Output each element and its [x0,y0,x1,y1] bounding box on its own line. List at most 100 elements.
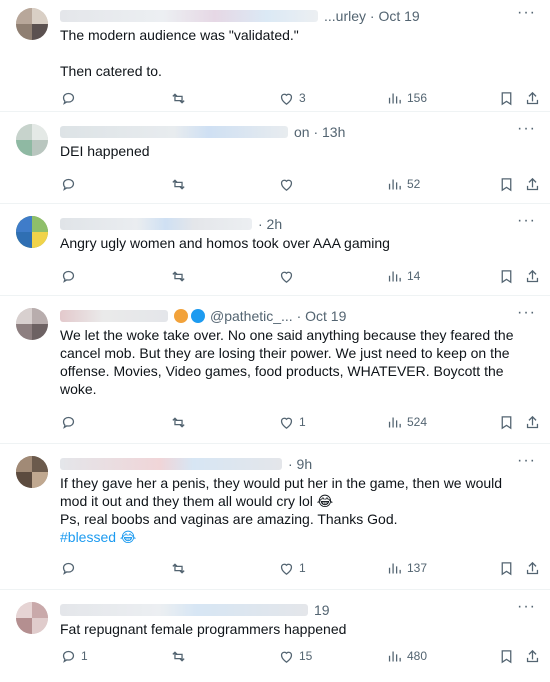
views-button[interactable]: 156 [386,90,498,107]
verified-icon [174,309,188,323]
bookmark-button[interactable] [498,176,524,193]
avatar[interactable] [16,456,48,488]
reply-post[interactable]: @pathetic_... · Oct 19 ··· We let the wo… [0,296,550,444]
retweet-button[interactable] [170,560,278,577]
action-bar: 14 [60,266,544,286]
reply-post[interactable]: 19 ··· Fat repugnant female programmers … [0,590,550,682]
like-button[interactable]: 15 [278,648,386,665]
blurred-username[interactable] [60,218,252,230]
share-button[interactable] [524,560,544,577]
post-text: We let the woke take over. No one said a… [60,326,534,398]
reply-button[interactable] [60,90,170,107]
reply-button[interactable] [60,268,170,285]
more-dots-icon[interactable]: ··· [517,305,536,321]
views-button[interactable]: 14 [386,268,498,285]
post-meta[interactable]: 19 [314,602,330,618]
bar-chart-icon [388,93,401,103]
bookmark-icon [501,649,512,663]
blurred-username[interactable] [60,310,168,322]
avatar[interactable] [16,602,48,634]
like-count: 15 [299,649,313,663]
avatar[interactable] [16,8,48,40]
post-text: Angry ugly women and homos took over AAA… [60,234,534,252]
reply-button[interactable] [60,414,170,431]
post-text: DEI happened [60,142,534,160]
retweet-button[interactable] [170,268,278,285]
views-button[interactable]: 52 [386,176,498,193]
action-bar: 52 [60,174,544,194]
blurred-username[interactable] [60,458,282,470]
view-count: 137 [407,561,428,575]
reply-post[interactable]: ...urley · Oct 19 ··· The modern audienc… [0,0,550,112]
post-line: cancel mob. But they are losing their po… [60,345,510,361]
bookmark-button[interactable] [498,560,524,577]
reply-post[interactable]: · 2h ··· Angry ugly women and homos took… [0,204,550,296]
views-button[interactable]: 137 [386,560,498,577]
bar-chart-icon [388,563,401,573]
post-header: @pathetic_... · Oct 19 [60,306,534,326]
bookmark-button[interactable] [498,414,524,431]
reply-post[interactable]: · 9h ··· If they gave her a penis, they … [0,444,550,590]
post-line: mod it out and they them all would cry l… [60,493,334,509]
blurred-username[interactable] [60,604,308,616]
like-button[interactable]: 1 [278,414,386,431]
share-button[interactable] [524,176,544,193]
retweet-button[interactable] [170,176,278,193]
more-dots-icon[interactable]: ··· [517,599,536,615]
post-meta[interactable]: · 2h [258,216,282,232]
more-dots-icon[interactable]: ··· [517,453,536,469]
post-meta[interactable]: on · 13h [294,124,345,140]
retweet-button[interactable] [170,414,278,431]
post-line: Angry ugly women and homos took over AAA… [60,235,390,251]
like-button[interactable] [278,268,386,285]
post-line: Ps, real boobs and vaginas are amazing. … [60,511,398,527]
like-count: 3 [299,91,306,105]
action-bar: 1 524 [60,412,544,432]
post-meta[interactable]: @pathetic_... · Oct 19 [210,308,346,324]
bookmark-button[interactable] [498,268,524,285]
avatar[interactable] [16,216,48,248]
views-button[interactable]: 480 [386,648,498,665]
speech-bubble-icon [62,416,75,429]
views-button[interactable]: 524 [386,414,498,431]
bar-chart-icon [388,179,401,189]
post-meta[interactable]: ...urley · Oct 19 [324,8,420,24]
more-dots-icon[interactable]: ··· [517,121,536,137]
action-bar: 3 156 [60,88,544,108]
more-dots-icon[interactable]: ··· [517,5,536,21]
blurred-username[interactable] [60,10,318,22]
reply-button[interactable]: 1 [60,648,170,665]
post-meta[interactable]: · 9h [288,456,312,472]
retweet-button[interactable] [170,648,278,665]
hashtag-link[interactable]: #blessed 😂 [60,529,136,545]
share-button[interactable] [524,648,544,665]
retweet-arrows-icon [172,650,185,662]
blurred-username[interactable] [60,126,288,138]
more-dots-icon[interactable]: ··· [517,213,536,229]
bookmark-button[interactable] [498,648,524,665]
post-line: woke. [60,381,97,397]
like-button[interactable]: 1 [278,560,386,577]
like-button[interactable]: 3 [278,90,386,107]
reply-button[interactable] [60,176,170,193]
share-button[interactable] [524,414,544,431]
retweet-arrows-icon [172,92,185,104]
reply-post[interactable]: on · 13h ··· DEI happened 52 [0,112,550,204]
like-button[interactable] [278,176,386,193]
view-count: 52 [407,177,421,191]
reply-feed: ...urley · Oct 19 ··· The modern audienc… [0,0,550,682]
share-button[interactable] [524,268,544,285]
bookmark-button[interactable] [498,90,524,107]
share-upload-icon [526,177,539,190]
reply-button[interactable] [60,560,170,577]
view-count: 524 [407,415,428,429]
post-header: · 9h [60,454,534,474]
retweet-button[interactable] [170,90,278,107]
post-line: Then catered to. [60,63,162,79]
bookmark-icon [501,415,512,429]
heart-icon [280,93,293,105]
avatar[interactable] [16,308,48,340]
speech-bubble-icon [62,562,75,575]
avatar[interactable] [16,124,48,156]
share-button[interactable] [524,90,544,107]
